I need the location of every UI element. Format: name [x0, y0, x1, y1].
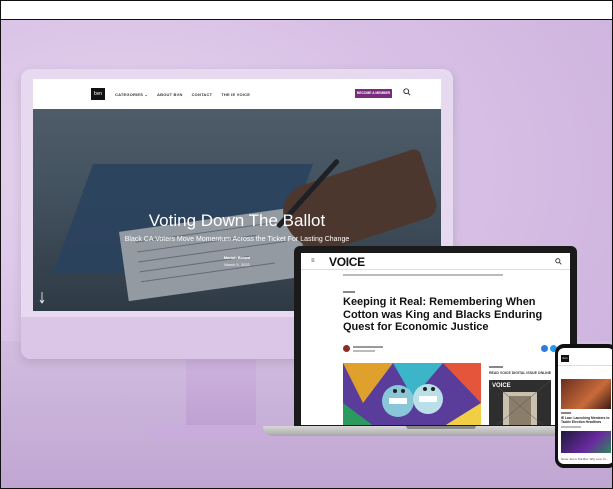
nav-link-ie-voice[interactable]: THE IE VOICE [221, 92, 250, 97]
digital-issue-cover[interactable]: VOICE [489, 380, 551, 425]
sidebar-tag [489, 366, 503, 368]
phone-article-title[interactable]: IE Law: Launching Members to Tackle Elec… [561, 416, 611, 424]
site-nav: bvn CATEGORIES ⌄ ABOUT BVN CONTACT THE I… [33, 79, 441, 109]
search-icon[interactable] [403, 88, 411, 96]
phone-logo[interactable]: bvn [561, 355, 569, 362]
mockup-canvas: bvn CATEGORIES ⌄ ABOUT BVN CONTACT THE I… [0, 0, 613, 489]
facebook-icon[interactable] [541, 345, 548, 352]
phone-byline [561, 426, 581, 428]
phone-article-image[interactable] [561, 379, 611, 409]
phone-screen: bvn IE Law: Launching Members to Tackle … [558, 348, 612, 464]
search-icon[interactable] [555, 258, 562, 265]
hero-subtitle: Black CA Voters Move Momentum Across the… [124, 236, 350, 243]
arrow-down-icon[interactable] [39, 292, 47, 304]
phone-footer-text: Never Just a Tick Box: Why Love Yo... [561, 457, 609, 461]
phone-nav-divider [558, 365, 612, 366]
become-member-button[interactable]: BECOME A MEMBER [355, 89, 392, 98]
nav-link-about[interactable]: ABOUT BVN [157, 92, 183, 97]
phone-article-image-2[interactable] [561, 431, 611, 453]
nav-link-categories[interactable]: CATEGORIES ⌄ [115, 92, 148, 97]
laptop: ≡ VOICE Keeping it Real: Remembering Whe… [294, 246, 577, 426]
nav-links: CATEGORIES ⌄ ABOUT BVN CONTACT THE IE VO… [115, 92, 250, 97]
breadcrumb [343, 274, 503, 276]
byline [353, 346, 383, 348]
imac-stand [186, 359, 256, 429]
hero-title[interactable]: Voting Down The Ballot [33, 211, 441, 231]
phone-category-tag [561, 412, 571, 414]
site-logo[interactable]: bvn [91, 88, 105, 100]
article-headline: Keeping it Real: Remembering When Cotton… [343, 296, 543, 333]
voice-header: ≡ VOICE [301, 253, 570, 270]
sidebar-title[interactable]: READ VOICE DIGITAL ISSUE ONLINE [489, 371, 551, 375]
laptop-screen: ≡ VOICE Keeping it Real: Remembering Whe… [301, 253, 570, 425]
phone: bvn IE Law: Launching Members to Tackle … [555, 344, 612, 468]
article-illustration[interactable] [343, 363, 481, 425]
category-tag [343, 291, 355, 293]
laptop-notch [406, 426, 476, 429]
voice-logo[interactable]: VOICE [329, 255, 365, 269]
top-band [1, 1, 612, 20]
nav-link-contact[interactable]: CONTACT [192, 92, 213, 97]
menu-icon[interactable]: ≡ [311, 258, 315, 264]
avatar [343, 345, 350, 352]
byline-date [353, 350, 375, 352]
